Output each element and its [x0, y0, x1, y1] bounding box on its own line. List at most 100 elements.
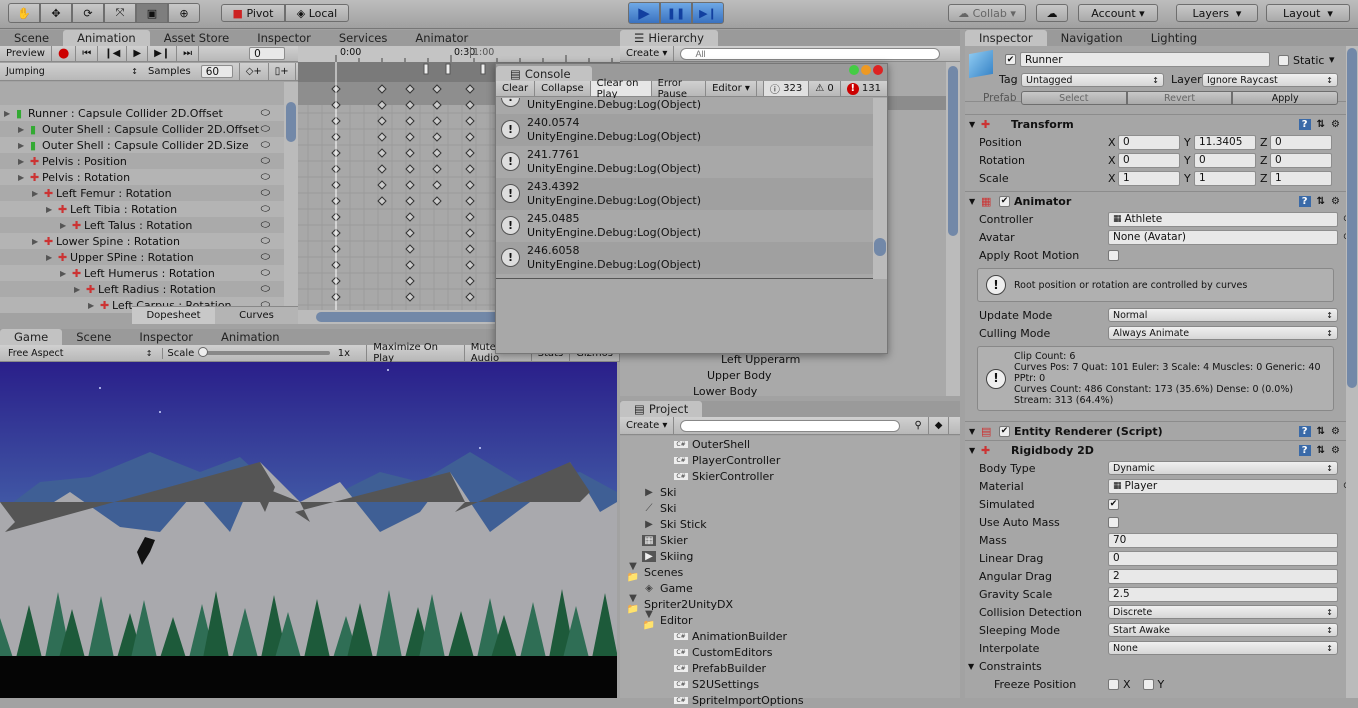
preview-button[interactable]: Preview	[0, 46, 52, 61]
project-item[interactable]: ▶ Ski Stick	[620, 516, 960, 532]
track-list-scrollbar[interactable]	[284, 82, 298, 306]
project-item[interactable]: C# SpriteImportOptions	[620, 692, 960, 708]
update-mode-dropdown[interactable]: Normal	[1108, 308, 1338, 322]
rotation-z-field[interactable]: 0	[1270, 152, 1332, 168]
component-header[interactable]: ▼ ✚ Transform? ⇅ ⚙	[965, 114, 1346, 133]
hierarchy-search-input[interactable]	[680, 47, 941, 60]
project-item[interactable]: ⟋ Ski	[620, 500, 960, 516]
scale-y-field[interactable]: 1	[1194, 170, 1256, 186]
rect-tool-button[interactable]: ▣	[136, 3, 168, 23]
animation-track[interactable]: ▶ ✚ Pelvis : Position ⬭	[0, 153, 284, 169]
first-key-button[interactable]: ⏮	[76, 46, 99, 61]
project-item[interactable]: ▼📁 Scenes	[620, 561, 960, 583]
expand-arrow-icon[interactable]: ▶	[88, 301, 100, 310]
clear-button[interactable]: Clear	[496, 81, 536, 96]
component-header[interactable]: ▼ ▤ ✔ Entity Renderer (Script)? ⇅ ⚙	[965, 421, 1346, 440]
position-x-field[interactable]: 0	[1118, 134, 1180, 150]
foldout-arrow-icon[interactable]: ▼	[969, 120, 981, 129]
foldout-arrow-icon[interactable]: ▼	[969, 427, 981, 436]
expand-arrow-icon[interactable]: ▶	[32, 189, 44, 198]
clip-dropdown[interactable]: Jumping	[2, 65, 142, 79]
prefab-apply-button[interactable]: Apply	[1232, 91, 1339, 105]
close-icon[interactable]	[873, 65, 883, 75]
add-keyframe-button[interactable]: ◇+	[238, 63, 269, 80]
collab-dropdown[interactable]: ☁ Collab ▾	[948, 4, 1026, 22]
expand-arrow-icon[interactable]: ▶	[4, 109, 16, 118]
linear-drag-field[interactable]: 0	[1108, 550, 1338, 566]
tab-scene[interactable]: Scene	[0, 30, 63, 46]
tab-lighting[interactable]: Lighting	[1137, 30, 1211, 46]
help-icon[interactable]: ?	[1298, 425, 1311, 437]
position-z-field[interactable]: 0	[1270, 134, 1332, 150]
error-pause-button[interactable]: Error Pause	[652, 78, 707, 100]
game-view[interactable]	[0, 362, 617, 698]
samples-field[interactable]: 60	[200, 65, 233, 78]
gear-icon[interactable]: ⚙	[1331, 445, 1340, 456]
help-icon[interactable]: ?	[1298, 444, 1311, 456]
animation-track[interactable]: ▶ ✚ Left Talus : Rotation ⬭	[0, 217, 284, 233]
project-item[interactable]: ▼📁 Spriter2UnityDX	[620, 593, 960, 615]
project-item[interactable]: C# OuterShell	[620, 436, 960, 452]
scale-slider[interactable]	[198, 347, 330, 357]
animation-track[interactable]: ▶ ▮ Outer Shell : Capsule Collider 2D.Size…	[0, 137, 284, 153]
tab-services[interactable]: Services	[325, 30, 402, 46]
component-header[interactable]: ▼ ▦ ✔ Animator? ⇅ ⚙	[965, 191, 1346, 210]
expand-arrow-icon[interactable]: ▶	[60, 221, 72, 230]
help-icon[interactable]: ?	[1298, 195, 1311, 207]
track-toggle-icon[interactable]: ⬭	[261, 282, 270, 296]
scale-tool-button[interactable]: ⤧	[104, 3, 136, 23]
move-tool-button[interactable]: ✥	[40, 3, 72, 23]
project-item[interactable]: C# SkierController	[620, 468, 960, 484]
console-entry[interactable]: ! 245.0485 UnityEngine.Debug:Log(Object)	[496, 210, 873, 242]
console-entry[interactable]: ! UnityEngine.Debug:Log(Object)	[496, 98, 873, 114]
project-item[interactable]: ▦ Skier	[620, 532, 960, 548]
track-toggle-icon[interactable]: ⬭	[261, 154, 270, 168]
track-toggle-icon[interactable]: ⬭	[261, 266, 270, 280]
gear-icon[interactable]: ⚙	[1331, 119, 1340, 130]
project-item[interactable]: ▼📁 Editor	[620, 609, 960, 631]
dopesheet-tab[interactable]: Dopesheet	[132, 307, 215, 324]
pause-button[interactable]: ❚❚	[660, 2, 692, 24]
material-field[interactable]: ▦ Player	[1108, 478, 1338, 494]
record-button[interactable]: ●	[52, 46, 77, 61]
animation-track[interactable]: ▶ ✚ Upper SPine : Rotation ⬭	[0, 249, 284, 265]
tab-inspector[interactable]: Inspector	[965, 30, 1047, 46]
tab-hierarchy[interactable]: ☰ Hierarchy	[620, 30, 718, 46]
console-entry[interactable]: ! 246.6058 UnityEngine.Debug:Log(Object)	[496, 242, 873, 274]
prefab-revert-button[interactable]: Revert	[1126, 91, 1233, 105]
animation-track[interactable]: ▶ ✚ Left Femur : Rotation ⬭	[0, 185, 284, 201]
play-anim-button[interactable]: ▶	[127, 46, 149, 61]
console-entry[interactable]: ! 243.4392 UnityEngine.Debug:Log(Object)	[496, 178, 873, 210]
track-toggle-icon[interactable]: ⬭	[261, 138, 270, 152]
editor-dropdown[interactable]: Editor ▾	[706, 81, 757, 96]
expand-arrow-icon[interactable]: ▶	[46, 253, 58, 262]
animation-track[interactable]: ▶ ✚ Pelvis : Rotation ⬭	[0, 169, 284, 185]
object-name-field[interactable]: Runner	[1020, 52, 1270, 67]
enabled-checkbox[interactable]: ✔	[999, 425, 1010, 437]
rotation-y-field[interactable]: 0	[1194, 152, 1256, 168]
track-toggle-icon[interactable]: ⬭	[261, 186, 270, 200]
timeline-ruler[interactable]: 0:00 0:30 1:00	[298, 46, 620, 62]
gravity-scale-field[interactable]: 2.5	[1108, 586, 1338, 602]
expand-arrow-icon[interactable]: ▶	[74, 285, 86, 294]
play-button[interactable]: ▶	[628, 2, 660, 24]
rotate-tool-button[interactable]: ⟳	[72, 3, 104, 23]
animation-track[interactable]: ▶ ✚ Left Humerus : Rotation ⬭	[0, 265, 284, 281]
scale-z-field[interactable]: 1	[1270, 170, 1332, 186]
foldout-arrow-icon[interactable]: ▼	[969, 446, 981, 455]
hierarchy-create-button[interactable]: Create ▾	[620, 46, 675, 61]
layer-dropdown[interactable]: Ignore Raycast	[1202, 73, 1338, 87]
collision-detection-dropdown[interactable]: Discrete	[1108, 605, 1338, 619]
tab-animation[interactable]: Animation	[63, 30, 150, 46]
clear-on-play-button[interactable]: Clear on Play	[590, 78, 652, 100]
collapse-button[interactable]: Collapse	[535, 81, 591, 96]
prev-key-button[interactable]: ❙◀	[98, 46, 128, 61]
project-item[interactable]: C# AnimationBuilder	[620, 628, 960, 644]
frame-field[interactable]: 0	[249, 47, 286, 60]
expand-arrow-icon[interactable]: ▶	[32, 237, 44, 246]
track-toggle-icon[interactable]: ⬭	[261, 234, 270, 248]
gear-icon[interactable]: ⚙	[1331, 426, 1340, 437]
track-toggle-icon[interactable]: ⬭	[261, 250, 270, 264]
controller-field[interactable]: ▦ Athlete	[1108, 211, 1338, 227]
expand-arrow-icon[interactable]: ▶	[46, 205, 58, 214]
